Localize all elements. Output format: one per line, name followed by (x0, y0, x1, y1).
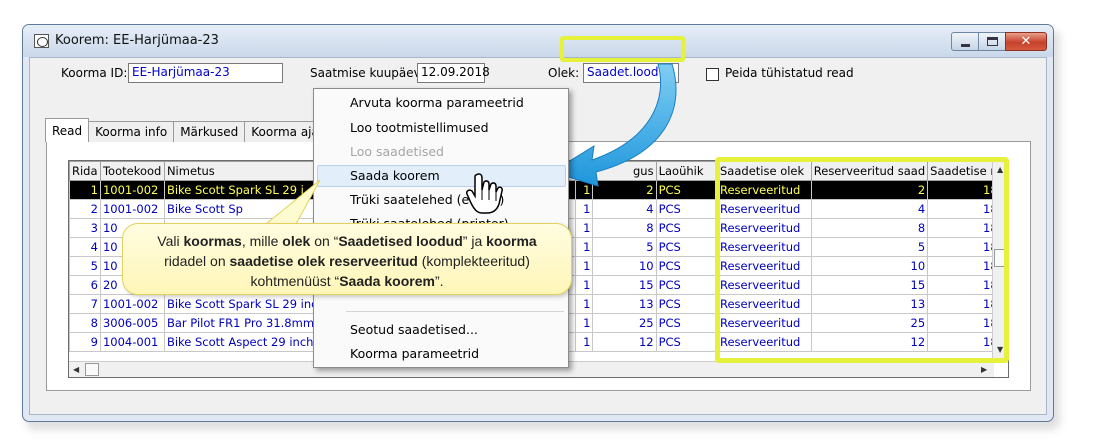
table-cell-a[interactable]: 1 (574, 256, 594, 276)
title-bar[interactable]: Koorem: EE-Harjümaa-23 ✕ (23, 25, 1053, 57)
table-cell-a[interactable]: 1 (574, 199, 594, 219)
table-cell-kood[interactable]: 3006-005 (99, 313, 165, 333)
table-cell-kogus[interactable]: 15 (592, 275, 657, 295)
menu-item-loo-tootmistellimused[interactable]: Loo tootmistellimused (350, 117, 489, 139)
maximize-button[interactable] (978, 32, 1006, 51)
table-cell-a[interactable]: 1 (574, 237, 594, 257)
table-cell-uhik[interactable]: PCS (655, 332, 719, 352)
minimize-button[interactable] (951, 32, 979, 51)
callout-bold: koormas (183, 233, 242, 249)
callout-text: ” ja (462, 233, 487, 249)
table-cell-uhik[interactable]: PCS (655, 294, 719, 314)
table-cell-kogus[interactable]: 4 (592, 199, 657, 219)
table-cell-nimetus[interactable]: Bike Scott Spark SL 29 inch (163, 294, 329, 314)
peida-label: Peida tühistatud read (725, 66, 854, 80)
menu-item-arvuta[interactable]: Arvuta koorma parameetrid (350, 92, 524, 114)
menu-item-koorma-parameetrid[interactable]: Koorma parameetrid (350, 343, 479, 365)
table-cell-a[interactable]: 1 (574, 275, 594, 295)
callout-bold: saadetise olek reserveeritud (229, 253, 418, 269)
table-cell-kogus[interactable]: 13 (592, 294, 657, 314)
table-cell-kood[interactable]: 1004-001 (99, 332, 165, 352)
table-cell-kogus[interactable]: 10 (592, 256, 657, 276)
olek-highlight (560, 36, 685, 62)
table-cell-kogus[interactable]: 25 (592, 313, 657, 333)
saadetise-highlight (715, 157, 1009, 363)
hand-cursor-icon (466, 173, 503, 214)
table-cell-rida[interactable]: 7 (69, 294, 101, 314)
callout-text: ”. (434, 273, 444, 289)
table-cell-rida[interactable]: 4 (69, 237, 101, 257)
instruction-callout: Vali koormas, mille olek on “Saadetised … (122, 223, 572, 295)
table-cell-rida[interactable]: 2 (69, 199, 101, 219)
table-cell-kogus[interactable]: 8 (592, 218, 657, 238)
table-cell-uhik[interactable]: PCS (655, 256, 719, 276)
tab-strip: Read Koorma info Märkused Koorma ajalu (45, 118, 337, 142)
table-cell-a[interactable]: 1 (574, 313, 594, 333)
menu-separator (346, 311, 564, 312)
table-cell-rida[interactable]: 5 (69, 256, 101, 276)
table-cell-nimetus[interactable]: Bar Pilot FR1 Pro 31.8mm 7 (163, 313, 329, 333)
callout-text: ridadel on (164, 253, 230, 269)
app-icon (34, 34, 49, 48)
table-cell-kogus[interactable]: 12 (592, 332, 657, 352)
table-cell-rida[interactable]: 3 (69, 218, 101, 238)
callout-text: (komplekteeritud) (417, 253, 530, 269)
koorma-id-field[interactable]: EE-Harjümaa-23 (128, 63, 283, 83)
table-cell-kood[interactable]: 1001-002 (99, 180, 165, 200)
scroll-right-icon[interactable]: ▶ (981, 365, 987, 374)
saatmise-kuupaev-label: Saatmise kuupäev: (310, 66, 425, 80)
table-cell-uhik[interactable]: PCS (655, 237, 719, 257)
callout-text: on “ (310, 233, 339, 249)
table-cell-uhik[interactable]: PCS (655, 275, 719, 295)
callout-text: Vali (157, 233, 184, 249)
scroll-left-icon[interactable]: ◀ (73, 365, 79, 374)
table-cell-kogus[interactable]: 5 (592, 237, 657, 257)
table-cell-nimetus[interactable]: Bike Scott Aspect 29 inch (163, 332, 329, 352)
maximize-icon (987, 37, 998, 46)
peida-checkbox[interactable] (706, 68, 719, 81)
table-cell-uhik[interactable]: PCS (655, 218, 719, 238)
table-cell-rida[interactable]: 6 (69, 275, 101, 295)
window-title: Koorem: EE-Harjümaa-23 (55, 33, 219, 48)
saatmise-kuupaev-field[interactable]: 12.09.2018 (417, 63, 490, 83)
koorma-id-label: Koorma ID: (61, 66, 128, 80)
callout-bold: Saada koorem (339, 273, 435, 289)
menu-item-loo-saadetised: Loo saadetised (350, 144, 444, 159)
menu-item-seotud-saadetised[interactable]: Seotud saadetised... (350, 319, 478, 341)
callout-bold: Saadetised loodud (338, 233, 463, 249)
table-cell-kood[interactable]: 1001-002 (99, 294, 165, 314)
callout-bold: koorma (486, 233, 537, 249)
table-cell-uhik[interactable]: PCS (655, 199, 719, 219)
horizontal-scroll-thumb[interactable] (85, 363, 99, 376)
callout-text: , mille (241, 233, 283, 249)
col-rida[interactable]: Rida (69, 161, 101, 181)
table-cell-a[interactable]: 1 (574, 294, 594, 314)
table-cell-kood[interactable]: 1001-002 (99, 199, 165, 219)
menu-item-saada-koorem[interactable]: Saada koorem (350, 165, 440, 187)
close-button[interactable]: ✕ (1005, 32, 1047, 51)
tab-koorma-info[interactable]: Koorma info (88, 121, 175, 142)
table-cell-rida[interactable]: 1 (69, 180, 101, 200)
table-cell-a[interactable]: 1 (574, 332, 594, 352)
table-cell-rida[interactable]: 8 (69, 313, 101, 333)
minimize-icon (961, 44, 970, 47)
col-tootekood[interactable]: Tootekood (99, 161, 165, 181)
table-cell-uhik[interactable]: PCS (655, 313, 719, 333)
callout-tail-icon (264, 179, 321, 225)
table-cell-rida[interactable]: 9 (69, 332, 101, 352)
table-cell-a[interactable]: 1 (574, 218, 594, 238)
callout-bold: olek (282, 233, 311, 249)
tab-markused[interactable]: Märkused (173, 121, 246, 142)
callout-text: kohtmenüüst “ (250, 273, 340, 289)
tab-read[interactable]: Read (45, 118, 90, 142)
